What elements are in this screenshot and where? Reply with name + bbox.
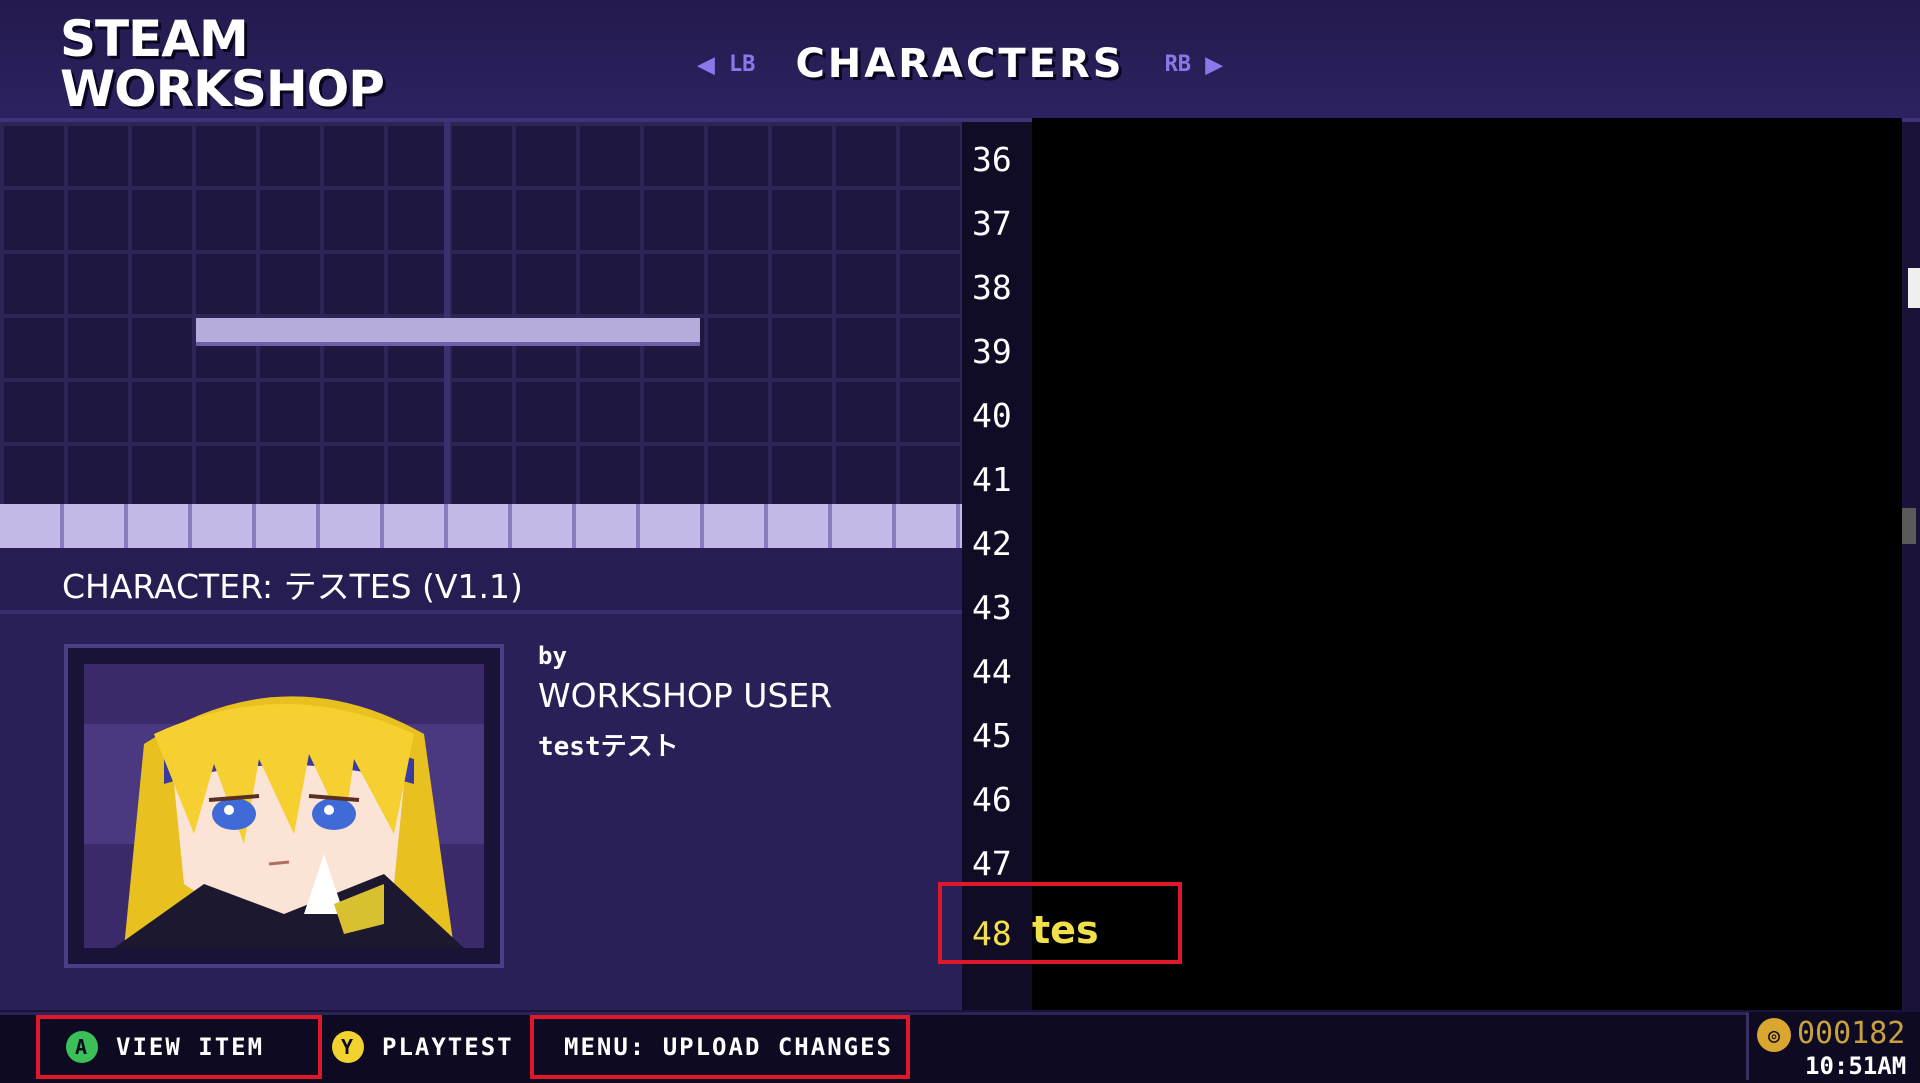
tab-title: CHARACTERS: [795, 41, 1125, 87]
arrow-left-icon[interactable]: ◀: [697, 47, 715, 82]
coin-count: 000182: [1797, 1016, 1906, 1051]
item-description: testテスト: [538, 732, 679, 762]
line-number: 38: [972, 268, 1012, 307]
active-line-highlight-box: [938, 882, 1182, 964]
scroll-position-marker: [1908, 268, 1920, 308]
rb-hint: RB: [1164, 51, 1192, 77]
arrow-right-icon[interactable]: ▶: [1205, 47, 1223, 82]
line-number: 44: [972, 652, 1012, 691]
line-number: 37: [972, 204, 1012, 243]
view-item-button[interactable]: A VIEW ITEM: [36, 1015, 322, 1079]
line-number: 41: [972, 460, 1012, 499]
line-number: 40: [972, 396, 1012, 435]
text-editor-area[interactable]: [1032, 118, 1902, 1010]
editor-scrollbar[interactable]: [1902, 508, 1916, 544]
line-number: 43: [972, 588, 1012, 627]
status-corner: ◎ 000182 10:51AM: [1746, 1012, 1920, 1080]
view-item-label: VIEW ITEM: [116, 1033, 265, 1061]
upload-changes-button[interactable]: MENU: UPLOAD CHANGES: [530, 1015, 910, 1079]
header-bar: STEAM WORKSHOP ◀ LB CHARACTERS RB ▶: [0, 0, 1920, 122]
playtest-button[interactable]: Y PLAYTEST: [332, 1015, 514, 1079]
by-label: by: [538, 642, 567, 670]
item-info-panel: by WORKSHOP USER testテスト: [0, 614, 962, 1010]
line-number: 42: [972, 524, 1012, 563]
category-tab-nav: ◀ LB CHARACTERS RB ▶: [0, 36, 1920, 92]
line-number: 46: [972, 780, 1012, 819]
item-title-bar: CHARACTER: テスTES (V1.1): [0, 548, 962, 614]
level-preview: [0, 122, 962, 548]
y-button-icon: Y: [332, 1031, 364, 1063]
preview-platform: [196, 318, 700, 346]
character-portrait: [84, 664, 484, 948]
action-bar: A VIEW ITEM Y PLAYTEST MENU: UPLOAD CHAN…: [0, 1012, 1920, 1083]
preview-floor: [0, 504, 962, 548]
a-button-icon: A: [66, 1031, 98, 1063]
character-portrait-art: [84, 664, 484, 948]
clock: 10:51AM: [1805, 1052, 1907, 1080]
line-number: 39: [972, 332, 1012, 371]
line-number: 36: [972, 140, 1012, 179]
upload-changes-label: MENU: UPLOAD CHANGES: [564, 1033, 893, 1061]
coin-icon: ◎: [1757, 1018, 1791, 1052]
line-number: 45: [972, 716, 1012, 755]
line-number: 47: [972, 844, 1012, 883]
playtest-label: PLAYTEST: [382, 1033, 514, 1061]
item-title: CHARACTER: テスTES (V1.1): [62, 567, 523, 606]
lb-hint: LB: [728, 51, 756, 77]
author-name: WORKSHOP USER: [538, 676, 833, 715]
line-number-gutter: 36 37 38 39 40 41 42 43 44 45 46 47 48: [962, 122, 1032, 1010]
portrait-frame: [64, 644, 504, 968]
